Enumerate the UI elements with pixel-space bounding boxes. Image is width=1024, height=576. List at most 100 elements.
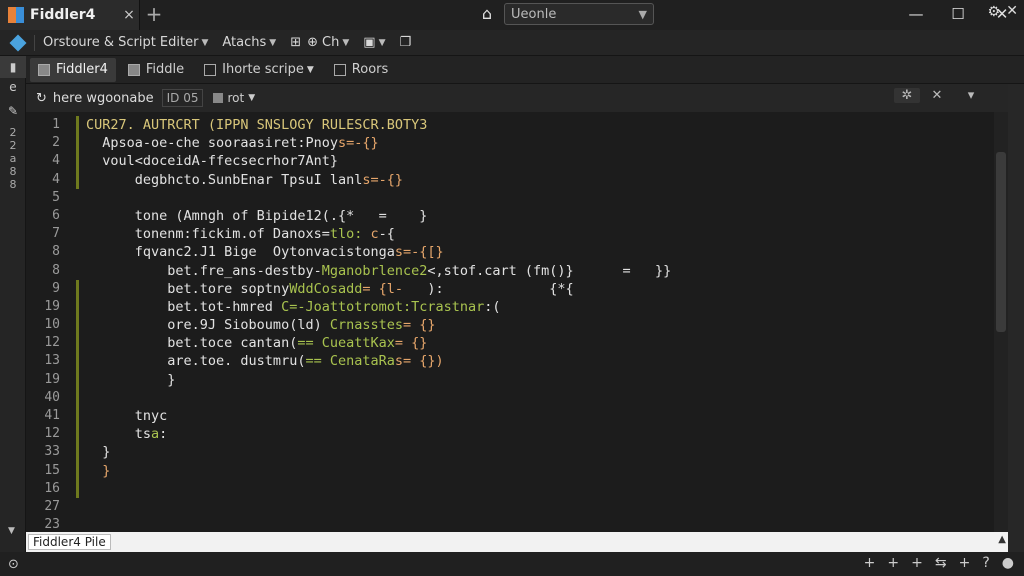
status-icon[interactable]: ● (1002, 555, 1014, 571)
code-line[interactable]: fqvanc2.J1 Bige Oytonvacistongas=-{[} (86, 243, 986, 261)
status-icon[interactable]: + (911, 555, 923, 571)
code-line[interactable]: Apsoa-oe-che sooraasiret:Pnoys=-{} (86, 134, 986, 152)
function-name: here wgoonabe (52, 90, 154, 106)
change-mark (76, 262, 79, 280)
tab-fiddle[interactable]: Fiddle (120, 58, 192, 82)
code-line[interactable]: tonenm:fickim.of Danoxs=tlo: c-{ (86, 225, 986, 243)
sidebar-item-e[interactable]: e (0, 78, 26, 96)
code-editor[interactable]: 1 2 4 4 5 6 7 8 8 9 19 10 12 13 19 40 41 12 33 15 16 27 23 CUR… (26, 112, 994, 532)
code-line[interactable] (86, 189, 986, 207)
code-line[interactable]: tone (Amngh of Bipide12(.{* = } (86, 207, 986, 225)
app-tab-title: Fiddler4 (30, 7, 96, 23)
code-line[interactable]: ore.9J Sioboumo(ld) Crnasstes= {} (86, 316, 986, 334)
change-mark (76, 170, 79, 189)
line-number: 40 (44, 389, 60, 405)
status-icon[interactable]: ? (982, 555, 989, 571)
change-marks (76, 116, 80, 534)
code-line[interactable]: bet.fre_ans-destby-Mganobrlence2<,stof.c… (86, 262, 986, 280)
status-circle-icon[interactable]: ⊙ (8, 557, 19, 572)
minimize-button[interactable]: — (902, 2, 930, 28)
status-bar: ⊙ + + + ⇆ +? ● (0, 552, 1024, 576)
sidebar-top-item[interactable]: ▮ (0, 56, 26, 78)
field-box-1[interactable]: ID 05 (161, 89, 204, 107)
diamond-icon[interactable] (9, 34, 27, 51)
code-line[interactable]: CUR27. AUTRCRT (IPPN SNSLOGY RULESCR.BOT… (86, 116, 986, 134)
line-number: 6 (52, 207, 60, 223)
maximize-button[interactable]: ☐ (944, 2, 972, 28)
code-line[interactable] (86, 498, 986, 516)
line-number: 16 (44, 480, 60, 496)
code-token: C=-Joattotromot:Tcrastnar (281, 298, 485, 315)
layout-menu[interactable]: ▣ ▼ (363, 35, 385, 50)
code-token: } (86, 444, 111, 461)
vertical-scrollbar[interactable] (994, 112, 1008, 532)
line-number: 7 (52, 226, 60, 242)
editor-menu-icon[interactable]: ▾ (954, 88, 988, 103)
home-icon[interactable]: ⌂ (476, 4, 498, 26)
settings-icon[interactable]: ✲ (894, 88, 920, 103)
code-line[interactable] (86, 480, 986, 498)
change-mark (76, 388, 79, 407)
code-line[interactable]: } (86, 371, 986, 389)
change-mark (76, 243, 79, 261)
code-line[interactable]: tsa: (86, 425, 986, 443)
field-box-2[interactable]: rot ▼ (209, 89, 259, 107)
search-dropdown[interactable]: Ueonle ▼ (504, 3, 654, 25)
code-token: voul<doceidA-ffecsecrhor7Ant} (86, 153, 338, 170)
code-token: tone (Amngh of Bipide12(.{* = } (86, 207, 428, 224)
code-token: tonenm:fickim.of Danoxs= (86, 226, 330, 243)
change-mark (76, 316, 79, 335)
code-line[interactable]: bet.tore soptnyWddCosadd= {l- ): {*{ (86, 280, 986, 298)
scroll-thumb[interactable] (996, 152, 1006, 332)
gear-icon[interactable]: ⚙ (987, 4, 1000, 20)
code-line[interactable]: tnyc (86, 407, 986, 425)
status-icon[interactable]: ⇆ (935, 555, 947, 571)
code-line[interactable]: } (86, 462, 986, 480)
refresh-icon[interactable]: ↻ (36, 91, 47, 106)
tab-roors[interactable]: Roors (326, 58, 396, 82)
app-tab[interactable]: Fiddler4 × (0, 0, 140, 30)
line-number: 8 (52, 244, 60, 260)
code-token: a (151, 426, 160, 443)
change-mark (76, 152, 79, 171)
code-line[interactable]: bet.toce cantan(== CueattKax= {} (86, 334, 986, 352)
line-number: 12 (44, 335, 60, 351)
status-icon[interactable]: + (887, 555, 899, 571)
code-line[interactable]: bet.tot-hmred C=-Joattotromot:Tcrastnar:… (86, 298, 986, 316)
status-right-icons: + + + ⇆ +? ● (852, 555, 1014, 571)
status-icon[interactable]: + (864, 555, 876, 571)
change-mark (76, 225, 79, 243)
code-line[interactable]: degbhcto.SunbEnar TpsuI lanls=-{} (86, 171, 986, 189)
copy-button[interactable]: ❐ (399, 35, 411, 50)
code-token: ore.9J Sioboumo(ld) (86, 317, 330, 334)
scroll-up-icon[interactable]: ▲ (998, 534, 1006, 545)
code-token: bet.toce cantan( (86, 335, 298, 352)
line-number: 15 (44, 462, 60, 478)
code-token: ts (86, 426, 152, 443)
change-mark (76, 479, 79, 498)
code-line[interactable]: voul<doceidA-ffecsecrhor7Ant} (86, 152, 986, 170)
stamp-icon: ⊞ (290, 35, 302, 50)
sidebar-collapse-icon[interactable]: ▼ (8, 526, 15, 536)
line-number: 27 (44, 498, 60, 514)
code-token: s=-{} (362, 171, 403, 188)
new-tab-button[interactable]: + (140, 0, 168, 30)
attachs-menu[interactable]: Atachs ▼ (222, 35, 276, 50)
toolbar-close-icon[interactable]: ✕ (1006, 3, 1018, 19)
script-editor-menu[interactable]: Orstoure & Script Editer ▼ (43, 35, 208, 50)
tab-close-icon[interactable]: × (119, 7, 139, 23)
tab-script[interactable]: Ihorte scripe ▼ (196, 58, 322, 82)
line-number: 10 (44, 317, 60, 333)
code-token: s=-{[} (394, 244, 444, 261)
code-line[interactable] (86, 389, 986, 407)
code-line[interactable]: are.toe. dustmru(== CenataRas= {}) (86, 352, 986, 370)
tab-fiddler4[interactable]: Fiddler4 (30, 57, 116, 82)
status-icon[interactable]: + (959, 555, 971, 571)
pen-icon[interactable]: ✎ (0, 96, 26, 126)
ch-menu[interactable]: ⊞ ⊕ Ch ▼ (290, 35, 349, 50)
horizontal-scrollbar[interactable]: Fiddler4 Pile ▲ (26, 532, 1008, 552)
code-area[interactable]: CUR27. AUTRCRT (IPPN SNSLOGY RULESCR.BOT… (86, 116, 986, 534)
code-line[interactable]: } (86, 443, 986, 461)
code-token: <,stof.cart (fm()} = }} (427, 262, 672, 279)
editor-close-icon[interactable]: ✕ (920, 88, 954, 103)
